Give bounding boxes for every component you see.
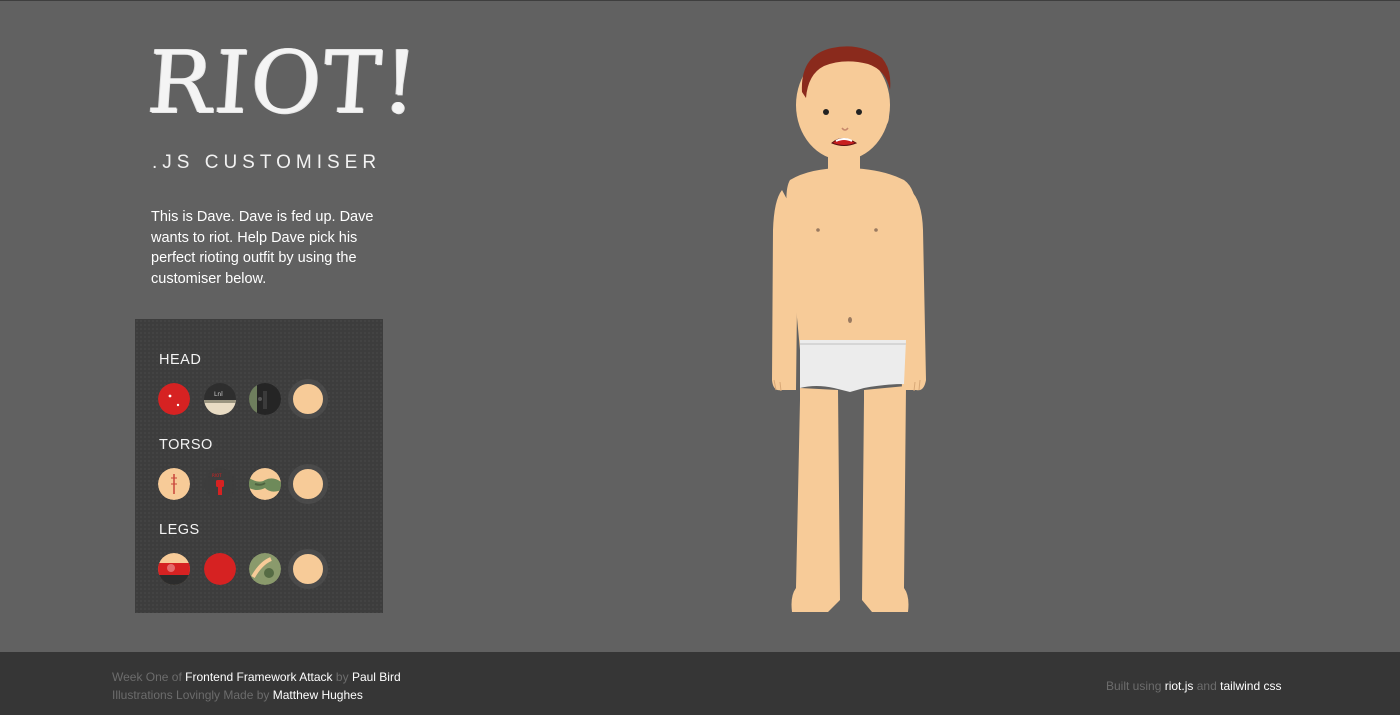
red-trousers-icon [204,553,236,585]
footer-week-text: Week One of [112,670,182,684]
bare-head-swatch[interactable] [288,379,328,419]
project-link[interactable]: Frontend Framework Attack [185,670,332,684]
footer-built-text: Built using [1106,679,1162,693]
footer-illustrations-text: Illustrations Lovingly Made by [112,688,270,702]
torso-section: TORSO RIOT [158,437,328,504]
author-link[interactable]: Paul Bird [352,670,401,684]
customiser-panel: HEAD Lnl TORSO RIOT LEGS [135,319,383,613]
shorts-swatch[interactable] [158,553,190,585]
riotjs-link[interactable]: riot.js [1165,679,1194,693]
head-options: Lnl [158,379,338,419]
red-hood-swatch[interactable] [158,383,190,415]
footer-illustrations-line: Illustrations Lovingly Made by Matthew H… [112,688,363,702]
dave-left-ear [798,105,810,127]
svg-text:RIOT: RIOT [212,473,222,478]
camo-trousers-icon [249,553,281,585]
footer-by-text: by [335,670,349,684]
torso-options: RIOT [158,464,338,504]
dave-right-eye [856,109,862,115]
dave-right-ear [877,105,889,127]
tailwind-link[interactable]: tailwind css [1220,679,1281,693]
red-trousers-swatch[interactable] [204,553,236,585]
footer: Week One of Frontend Framework Attack by… [0,652,1400,715]
torso-label: TORSO [159,437,213,453]
striped-top-swatch[interactable] [158,468,190,500]
footer-and-text: and [1196,679,1217,693]
top-border [0,0,1400,1]
illustrator-link[interactable]: Matthew Hughes [273,688,363,702]
striped-top-icon [158,468,190,500]
gas-mask-swatch[interactable] [249,383,281,415]
legs-options [158,549,338,589]
dave-underwear [800,340,906,392]
camo-trousers-swatch[interactable] [249,553,281,585]
dave-left-leg [791,388,840,612]
bare-legs-swatch[interactable] [288,549,328,589]
cap-swatch[interactable]: Lnl [204,383,236,415]
dave-torso [786,168,917,350]
head-section: HEAD Lnl [158,352,328,419]
bare-torso-swatch[interactable] [288,464,328,504]
legs-section: LEGS [158,522,328,589]
dave-navel [848,317,852,323]
footer-credits-line: Week One of Frontend Framework Attack by… [112,670,401,684]
fist-tshirt-swatch[interactable]: RIOT [204,468,236,500]
footer-built-line: Built using riot.js and tailwind css [1106,679,1281,693]
dave-right-leg [862,386,909,612]
svg-text:Lnl: Lnl [214,391,223,398]
dave-character [772,46,926,612]
fist-icon: RIOT [212,473,224,495]
intro-text: This is Dave. Dave is fed up. Dave wants… [151,209,374,287]
shorts-icon [158,553,190,585]
head-label: HEAD [159,352,202,368]
customiser-subtitle: .JS CUSTOMISER [152,152,382,173]
cap-icon: Lnl [204,383,236,415]
riot-logo: RIOT! [144,33,423,133]
legs-label: LEGS [159,522,200,538]
gas-mask-icon [249,383,281,415]
dave-left-eye [823,109,829,115]
camo-top-swatch[interactable] [249,468,281,500]
camo-top-icon [249,468,281,500]
red-hood-icon [158,383,190,415]
